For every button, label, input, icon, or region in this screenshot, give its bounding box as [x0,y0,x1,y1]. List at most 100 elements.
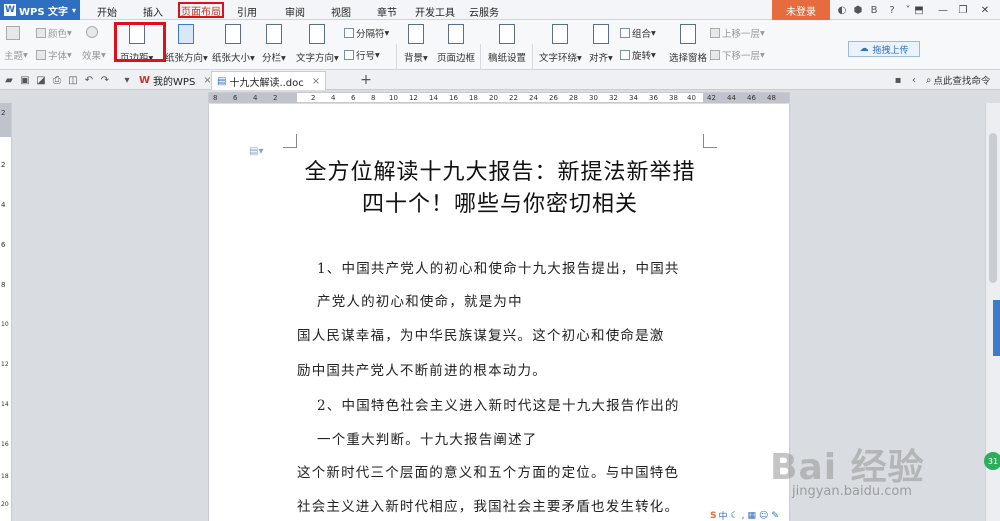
ruler-tick: 8 [371,94,376,102]
theme-icon[interactable] [6,26,22,40]
orientation-button[interactable]: 纸张方向▾ [165,24,208,64]
wrap-text-button[interactable]: 文字环绕▾ [539,24,582,64]
horizontal-ruler[interactable]: 8 6 4 2 2 4 6 8 10 12 14 16 18 20 22 24 … [208,92,790,103]
scrollbar-thumb[interactable] [989,133,997,283]
effect-icon[interactable] [86,26,100,38]
page-border-button[interactable]: 页面边框 [437,24,475,64]
ime-user-icon: ☺ [758,510,769,521]
ruler-tick: 10 [389,94,398,102]
notification-badge[interactable]: 31 [984,452,1000,470]
selection-pane-button[interactable]: 选择窗格 [669,24,707,64]
align-icon [592,24,609,44]
font-button[interactable]: 字体 ▾ [36,48,72,62]
ruler-tick: 20 [489,94,498,102]
page-border-icon [448,24,464,44]
document-title-line-1: 全方位解读十九大报告：新提法新举措 [304,160,696,185]
tab-my-wps[interactable]: W 我的WPS × [134,71,217,90]
upload-button[interactable]: ☁ 拖拽上传 [848,41,920,57]
chevron-left-icon[interactable]: ‹ [908,74,920,86]
tab-cloud[interactable]: 云服务 [466,3,502,19]
text-direction-button[interactable]: 文字方向▾ [296,24,339,64]
tab-view[interactable]: 视图 [326,3,356,19]
color-button[interactable]: 颜色 ▾ [36,26,72,40]
preview-icon[interactable]: ◫ [67,74,79,86]
save-icon[interactable]: ▣ [19,74,31,86]
effect-label: 效果 [82,51,102,62]
ruler-tick: 14 [1,401,9,408]
close-icon[interactable]: × [312,76,320,87]
background-button[interactable]: 背景▾ [404,24,428,64]
ime-punct-icon: , [741,510,745,521]
breaks-button[interactable]: 分隔符 ▾ [344,26,389,40]
open-folder-icon[interactable]: ▰ [3,74,15,86]
send-backward-button[interactable]: 下移一层 ▾ [710,48,765,62]
bring-forward-button[interactable]: 上移一层 ▾ [710,26,765,40]
line-numbers-icon [344,50,354,60]
group-button[interactable]: 组合 ▾ [620,26,656,40]
paper-settings-button[interactable]: 稿纸设置 [488,24,526,64]
chevron-down-icon: ▾ [71,5,76,15]
bookmark-icon[interactable]: B [868,4,880,16]
ruler-tick: 6 [233,94,238,102]
paper-size-button[interactable]: 纸张大小▾ [212,24,255,64]
new-tab-icon[interactable]: + [360,72,372,88]
close-icon[interactable]: ✕ [978,3,992,17]
maximize-icon[interactable]: ❐ [956,3,970,17]
print-icon[interactable]: ⎙ [51,74,63,86]
line-numbers-button[interactable]: 行号 ▾ [344,48,380,62]
side-panel-tab[interactable] [993,300,1000,356]
skin-icon[interactable]: ◐ [836,4,848,16]
redo-icon[interactable]: ↷ [99,74,111,86]
app-menu-button[interactable]: W WPS 文字 ▾ [0,0,80,20]
ruler-tick: 40 [687,94,696,102]
search-icon: ⌕ [926,74,932,86]
find-command-input[interactable]: ⌕ 点此查找命令 [926,73,990,88]
ruler-tick: 22 [509,94,518,102]
theme-button[interactable]: 主题 ▾ [4,48,28,63]
ime-toolbar[interactable]: S 中 ☾ , ▦ ☺ ✎ [708,510,781,521]
tab-chapter[interactable]: 章节 [372,3,402,19]
tab-references[interactable]: 引用 [232,3,262,19]
restore-ribbon-icon[interactable]: ⬒ [912,3,926,17]
ruler-tick: 6 [1,241,6,249]
tab-review[interactable]: 审阅 [280,3,310,19]
tab-home[interactable]: 开始 [92,3,122,19]
help-icon[interactable]: ? [886,4,898,16]
paragraph-line: 这个新时代三个层面的意义和五个方面的定位。与中国特色 [297,465,680,481]
paper-size-label: 纸张大小 [212,53,251,64]
effect-button[interactable]: 效果 ▾ [82,48,106,63]
ruler-tick: 42 [707,94,716,102]
vertical-ruler[interactable]: 2 2 4 6 8 10 12 14 16 18 20 [0,103,12,521]
minimize-icon[interactable]: — [936,3,950,17]
watermark-url: jingyan.baidu.com [792,484,912,499]
tab-document[interactable]: ▤ 十九大解读..doc × [211,71,327,90]
align-label: 对齐 [589,53,609,64]
bring-forward-label: 上移一层 [722,29,761,40]
tab-insert[interactable]: 插入 [138,3,168,19]
palette-icon [36,28,46,38]
export-pdf-icon[interactable]: ◪ [35,74,47,86]
ruler-tick: 4 [1,201,6,209]
document-page[interactable]: ▤▾ 全方位解读十九大报告：新提法新举措 四十个！哪些与你密切相关 1、中国共产… [208,104,790,521]
ruler-tick: 2 [273,94,278,102]
ruler-tick: 12 [409,94,418,102]
paper-settings-icon [499,24,515,44]
toolbox-icon[interactable]: ▪ [892,74,904,86]
columns-button[interactable]: 分栏▾ [262,24,286,64]
settings-icon[interactable]: ⬢ [852,4,864,16]
tab-page-layout[interactable]: 页面布局 [178,2,224,18]
login-button[interactable]: 未登录 [772,0,830,20]
ruler-tick: 20 [1,501,9,508]
ruler-tick: 4 [331,94,336,102]
align-button[interactable]: 对齐▾ [589,24,613,64]
paragraph-line: 励中国共产党人不断前进的根本动力。 [297,363,547,379]
columns-icon [265,24,282,44]
tab-developer[interactable]: 开发工具 [412,3,458,19]
chevron-down-icon[interactable]: ▾ [121,74,133,86]
paragraph-line: 1、中国共产党人的初心和使命十九大报告提出，中国共 [317,261,680,277]
paragraph-line: 一个重大判断。十九大报告阐述了 [317,432,538,448]
margins-highlight [114,22,166,62]
rotate-button[interactable]: 旋转 ▾ [620,48,656,62]
undo-icon[interactable]: ↶ [83,74,95,86]
orientation-icon [178,24,195,44]
